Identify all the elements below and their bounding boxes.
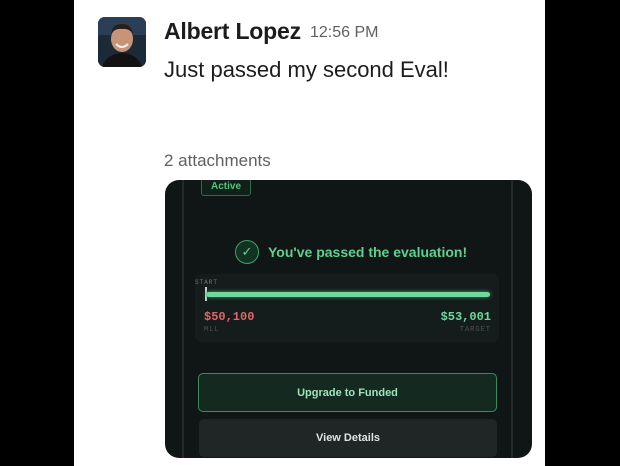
avatar-image [98,17,146,67]
phone-frame-left [182,180,184,458]
sender-name[interactable]: Albert Lopez [164,18,301,45]
view-details-button[interactable]: View Details [199,419,497,457]
message-timestamp[interactable]: 12:56 PM [310,24,378,42]
passed-message: You've passed the evaluation! [268,244,468,260]
upgrade-to-funded-button[interactable]: Upgrade to Funded [198,373,497,412]
progress-panel: START $50,100 MLL $53,001 TARGET [195,274,499,342]
status-badge: Active [201,180,251,196]
avatar[interactable] [98,17,146,67]
phone-frame-right [511,180,513,458]
attachment-image[interactable]: Active ✓ You've passed the evaluation! S… [165,180,532,458]
progress-track [206,292,490,297]
attachments-label: 2 attachments [164,151,271,170]
mll-value: $50,100 [204,310,255,324]
message-panel: Albert Lopez 12:56 PM Just passed my sec… [74,0,545,466]
progress-fill [206,292,490,297]
message-text: Just passed my second Eval! [164,57,449,82]
target-label: TARGET [459,326,491,334]
mll-label: MLL [204,326,220,334]
target-value: $53,001 [440,310,491,324]
check-icon: ✓ [235,240,259,264]
start-label: START [195,279,219,286]
